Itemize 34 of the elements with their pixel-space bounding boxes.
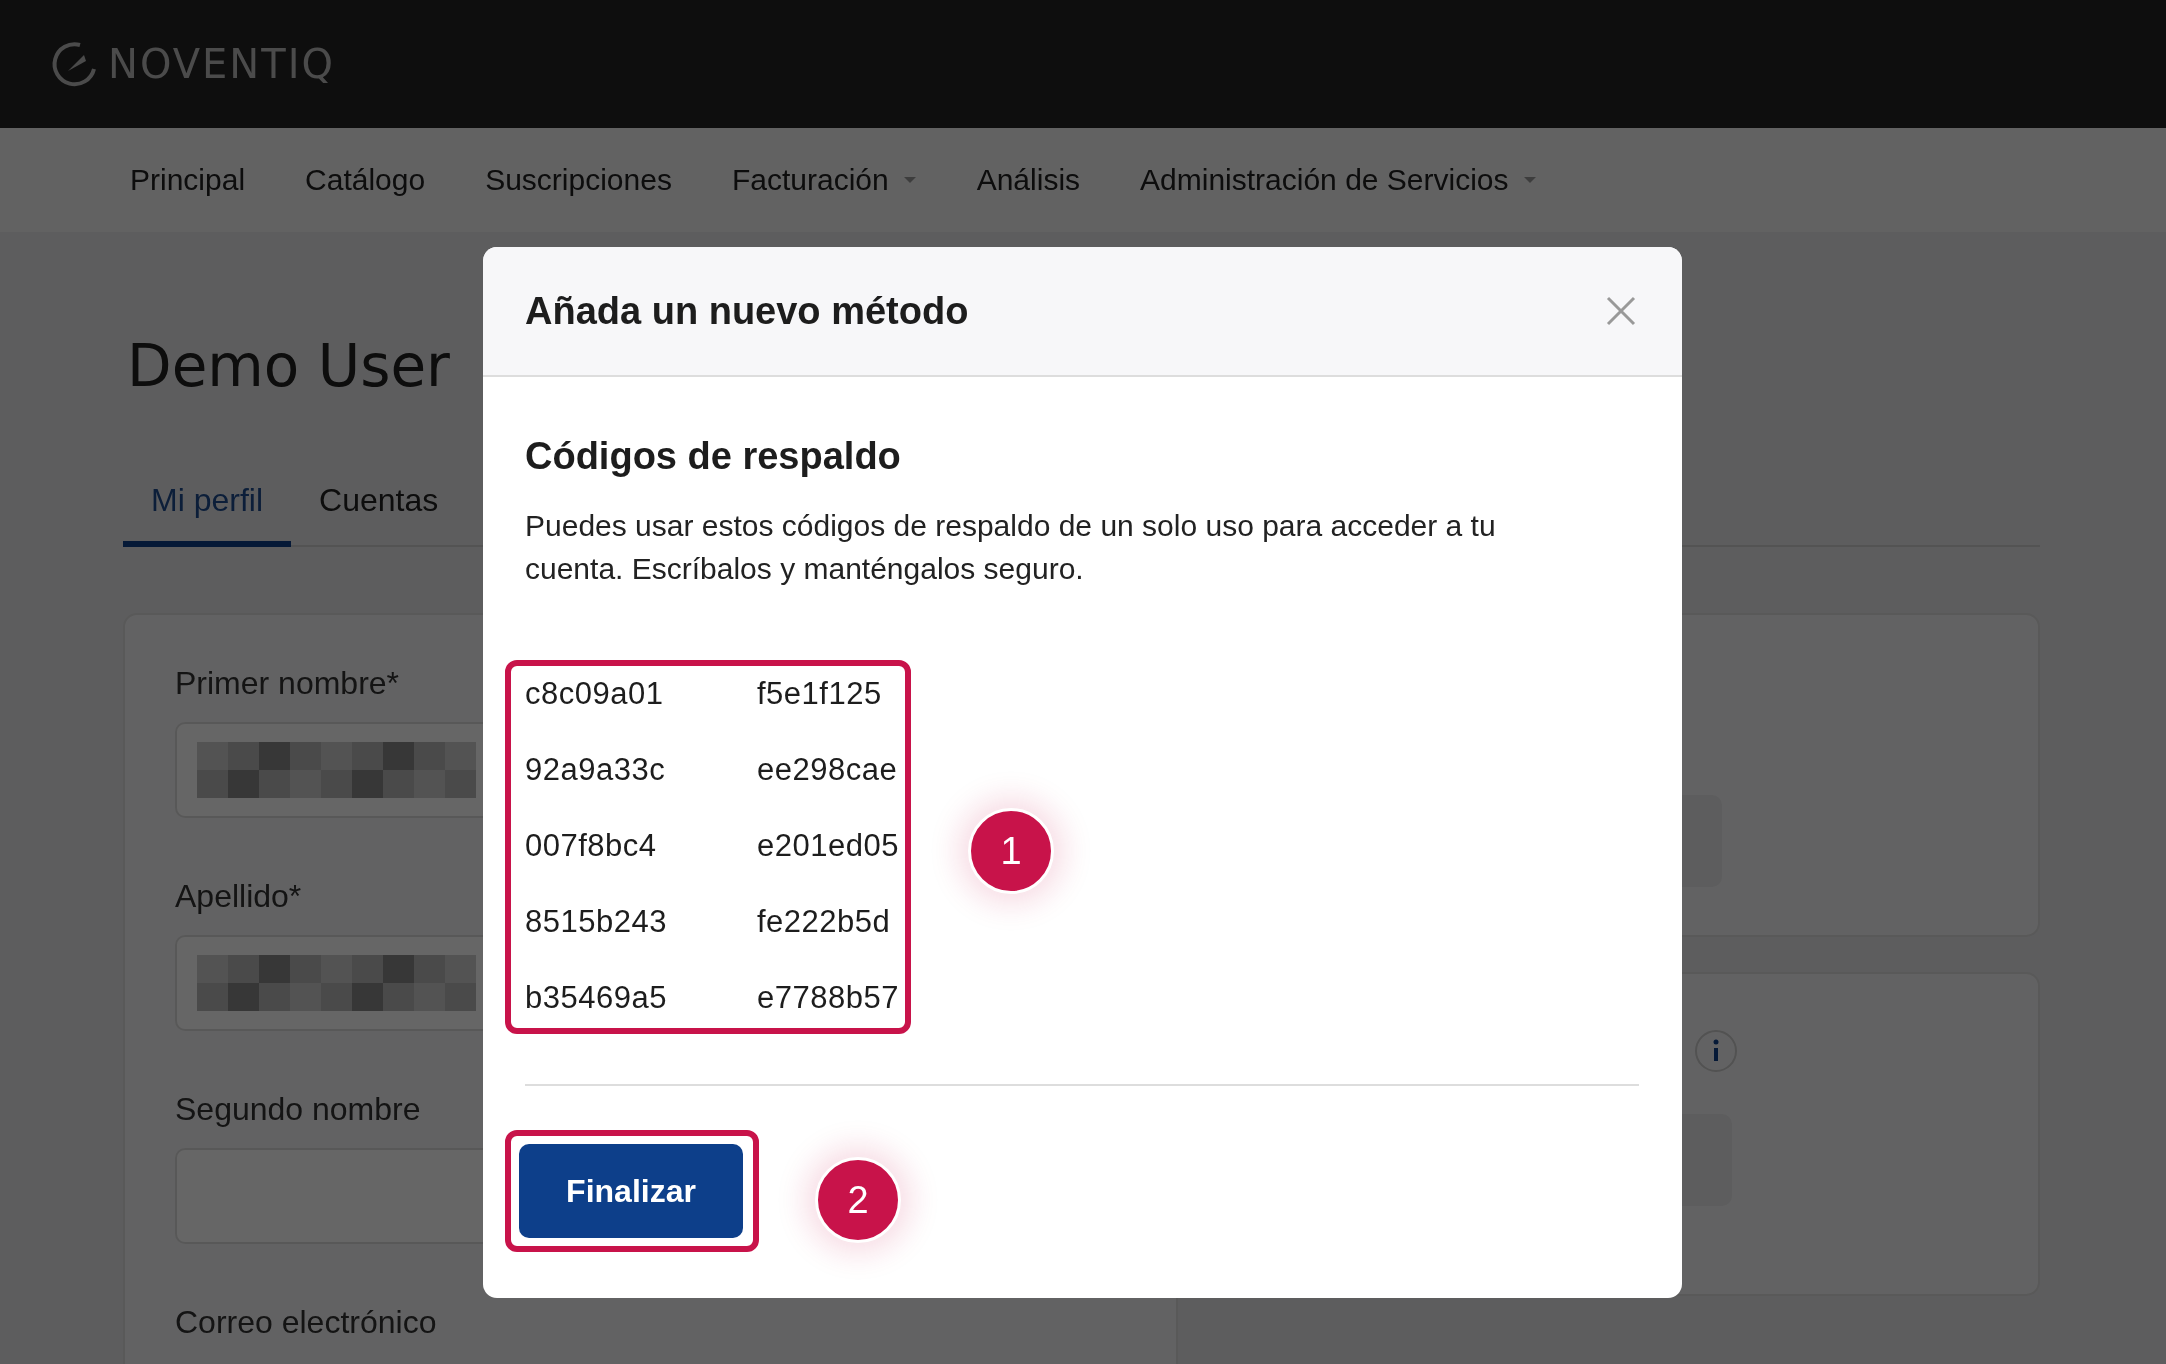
logo-text: NOVENTIQ <box>108 41 335 87</box>
description-text: Puedes usar estos códigos de respaldo de un solo uso para acceder a tu cuenta. Escríbalos y manténgalos seguro. <box>525 508 1497 587</box>
field-label: Correo electrónico <box>175 1304 437 1341</box>
nav-item[interactable]: Análisis <box>976 163 1081 197</box>
backup-code: f5e1f125 <box>757 676 883 712</box>
close-icon <box>1606 296 1636 326</box>
tab[interactable]: Cuentas <box>291 462 467 547</box>
backup-code: 92a9a33c <box>525 752 667 788</box>
section-heading: Códigos de respaldo <box>525 435 901 478</box>
info-icon[interactable] <box>1694 1029 1738 1073</box>
nav-item[interactable]: Facturación <box>731 163 917 197</box>
backup-code: 007f8bc4 <box>525 828 658 864</box>
backup-code: c8c09a01 <box>525 676 665 712</box>
field-label: Apellido* <box>175 878 302 915</box>
modal-title: Añada un nuevo método <box>525 289 969 333</box>
backup-code: ee298cae <box>757 752 897 788</box>
backup-code: e201ed05 <box>757 828 897 864</box>
nav-item[interactable]: Catálogo <box>305 163 426 197</box>
backup-code: 8515b243 <box>525 904 668 940</box>
page-title: Demo User <box>127 332 451 400</box>
backup-code: e7788b57 <box>757 980 897 1016</box>
field-label: Primer nombre* <box>175 665 400 702</box>
backup-code: fe222b5d <box>757 904 892 940</box>
finish-button[interactable]: Finalizar <box>519 1144 743 1238</box>
caret-icon <box>1522 176 1537 184</box>
nav-item[interactable]: Principal <box>130 163 246 197</box>
callout-badge: 2 <box>815 1157 901 1243</box>
tab[interactable]: Mi perfil <box>123 462 291 547</box>
nav-item[interactable]: Administración de Servicios <box>1140 163 1537 197</box>
field-label: Segundo nombre <box>175 1091 421 1128</box>
caret-icon <box>902 176 917 184</box>
callout-badge: 1 <box>968 808 1054 894</box>
nav-item[interactable]: Suscripciones <box>485 163 672 197</box>
backup-code: b35469a5 <box>525 980 668 1016</box>
